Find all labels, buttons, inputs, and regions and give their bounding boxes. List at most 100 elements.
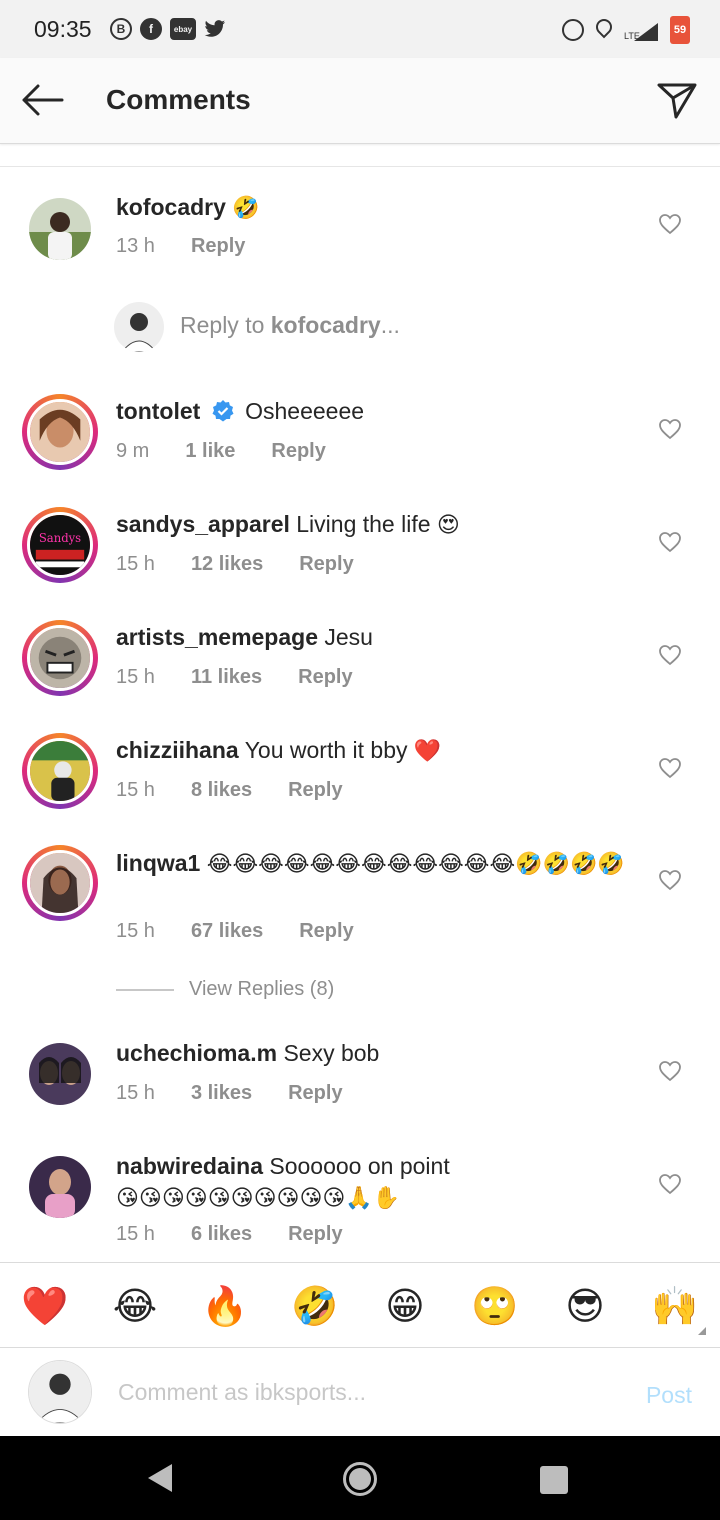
comment-username[interactable]: nabwiredaina: [116, 1153, 263, 1179]
like-heart-icon[interactable]: [658, 418, 682, 440]
comment-username[interactable]: chizziihana: [116, 737, 239, 763]
battery-icon: 59: [670, 16, 690, 44]
notification-icons: B f ebay: [110, 18, 226, 40]
avatar[interactable]: [22, 1036, 98, 1112]
comment-emoji: 😘😘😘😘😘😘😘😘😘😘🙏✋: [116, 1186, 401, 1211]
comment-time: 15 h: [116, 1082, 155, 1104]
comment-emoji: 😍: [436, 513, 460, 538]
reply-button[interactable]: Reply: [298, 666, 352, 689]
emoji-quick-bar: ❤️ 😂 🔥 🤣 😁 🙄 😎 🙌: [0, 1262, 720, 1348]
comment-username[interactable]: tontolet: [116, 398, 200, 424]
post-button[interactable]: Post: [646, 1382, 692, 1409]
reply-button[interactable]: Reply: [288, 1082, 342, 1105]
comment-likes[interactable]: 6 likes: [191, 1223, 252, 1246]
comment-username[interactable]: sandys_apparel: [116, 511, 290, 537]
like-heart-icon[interactable]: [658, 869, 682, 891]
emoji-raised-hands-button[interactable]: 🙌: [650, 1281, 700, 1331]
back-arrow-icon[interactable]: [20, 82, 64, 118]
comment-time: 15 h: [116, 1223, 155, 1245]
comment-username[interactable]: kofocadry: [116, 194, 226, 220]
comment-composer: Post: [0, 1348, 720, 1436]
direct-send-icon[interactable]: [656, 80, 698, 120]
system-nav-bar: [0, 1436, 720, 1520]
comment-text: Jesu: [324, 624, 373, 650]
like-heart-icon[interactable]: [658, 757, 682, 779]
avatar[interactable]: [22, 1149, 98, 1225]
alarm-icon: [562, 19, 584, 41]
system-icons: LTE 59: [562, 16, 690, 44]
emoji-joy-button[interactable]: 😂: [110, 1281, 160, 1331]
comment-time: 9 m: [116, 440, 150, 462]
comment-likes[interactable]: 12 likes: [191, 553, 263, 576]
comment-time: 13 h: [116, 235, 155, 257]
divider: [0, 166, 720, 167]
comment-emoji: 😂😂😂😂😂😂😂😂😂😂😂😂🤣🤣🤣🤣: [206, 852, 625, 877]
comment-likes[interactable]: 1 like: [185, 440, 235, 463]
reply-button[interactable]: Reply: [191, 235, 245, 258]
comment-text: Sexy bob: [283, 1040, 380, 1066]
reply-to-prefix: Reply to: [180, 312, 271, 338]
comment-emoji: 🤣: [232, 196, 260, 221]
comment-emoji: ❤️: [413, 739, 442, 764]
like-heart-icon[interactable]: [658, 531, 682, 553]
status-time: 09:35: [34, 16, 92, 42]
reply-button[interactable]: Reply: [299, 553, 353, 576]
reply-button[interactable]: Reply: [271, 440, 325, 463]
resize-handle-icon: [698, 1327, 706, 1335]
view-replies-button[interactable]: View Replies (8): [116, 976, 416, 1006]
verified-badge-icon: [212, 400, 234, 422]
comment-likes[interactable]: 11 likes: [191, 666, 262, 689]
avatar[interactable]: [22, 191, 98, 267]
emoji-grin-button[interactable]: 😁: [380, 1281, 430, 1331]
nav-recents-icon[interactable]: [540, 1466, 568, 1494]
comment-text: Living the life: [296, 511, 431, 537]
reply-to-suffix: ...: [380, 312, 400, 338]
nav-back-icon[interactable]: [148, 1464, 172, 1492]
reply-button[interactable]: Reply: [288, 779, 342, 802]
like-heart-icon[interactable]: [658, 644, 682, 666]
avatar[interactable]: [22, 394, 98, 470]
emoji-eyeroll-button[interactable]: 🙄: [470, 1281, 520, 1331]
comment-text: Soooooo on point: [269, 1153, 450, 1179]
emoji-heart-button[interactable]: ❤️: [20, 1281, 70, 1331]
like-heart-icon[interactable]: [658, 1173, 682, 1195]
reply-button[interactable]: Reply: [288, 1223, 342, 1246]
svg-text:Sandys: Sandys: [39, 531, 81, 545]
emoji-fire-button[interactable]: 🔥: [200, 1281, 250, 1331]
view-replies-line: [116, 989, 174, 991]
avatar: [114, 302, 164, 352]
avatar[interactable]: [22, 733, 98, 809]
nav-home-icon[interactable]: [343, 1462, 377, 1496]
comment-time: 15 h: [116, 666, 155, 688]
top-app-bar: Comments: [0, 58, 720, 144]
comment-likes[interactable]: 8 likes: [191, 779, 252, 802]
location-icon: [596, 19, 612, 41]
signal-icon: LTE: [624, 19, 658, 41]
twitter-icon: [204, 18, 226, 40]
emoji-rofl-button[interactable]: 🤣: [290, 1281, 340, 1331]
ebay-icon: ebay: [170, 18, 196, 40]
reply-to-field[interactable]: Reply to kofocadry...: [114, 300, 654, 354]
comment-username[interactable]: linqwa1: [116, 850, 200, 876]
like-heart-icon[interactable]: [658, 213, 682, 235]
blogger-icon: B: [110, 18, 132, 40]
avatar[interactable]: [22, 620, 98, 696]
reply-to-username: kofocadry: [270, 312, 381, 338]
comment-likes[interactable]: 67 likes: [191, 920, 263, 943]
comment-time: 15 h: [116, 920, 155, 942]
reply-button[interactable]: Reply: [299, 920, 353, 943]
comment-input[interactable]: [118, 1370, 618, 1414]
comment-text: Osheeeeee: [245, 398, 365, 424]
facebook-icon: f: [140, 18, 162, 40]
comment-username[interactable]: artists_memepage: [116, 624, 318, 650]
like-heart-icon[interactable]: [658, 1060, 682, 1082]
avatar: [28, 1360, 92, 1424]
avatar[interactable]: Sandys: [22, 507, 98, 583]
emoji-sunglasses-button[interactable]: 😎: [560, 1281, 610, 1331]
comment-text: You worth it bby: [244, 737, 408, 763]
view-replies-label: View Replies (8): [189, 978, 335, 1000]
comment-username[interactable]: uchechioma.m: [116, 1040, 277, 1066]
avatar[interactable]: [22, 845, 98, 921]
status-bar: 09:35 B f ebay LTE 59: [0, 0, 720, 58]
comment-likes[interactable]: 3 likes: [191, 1082, 252, 1105]
